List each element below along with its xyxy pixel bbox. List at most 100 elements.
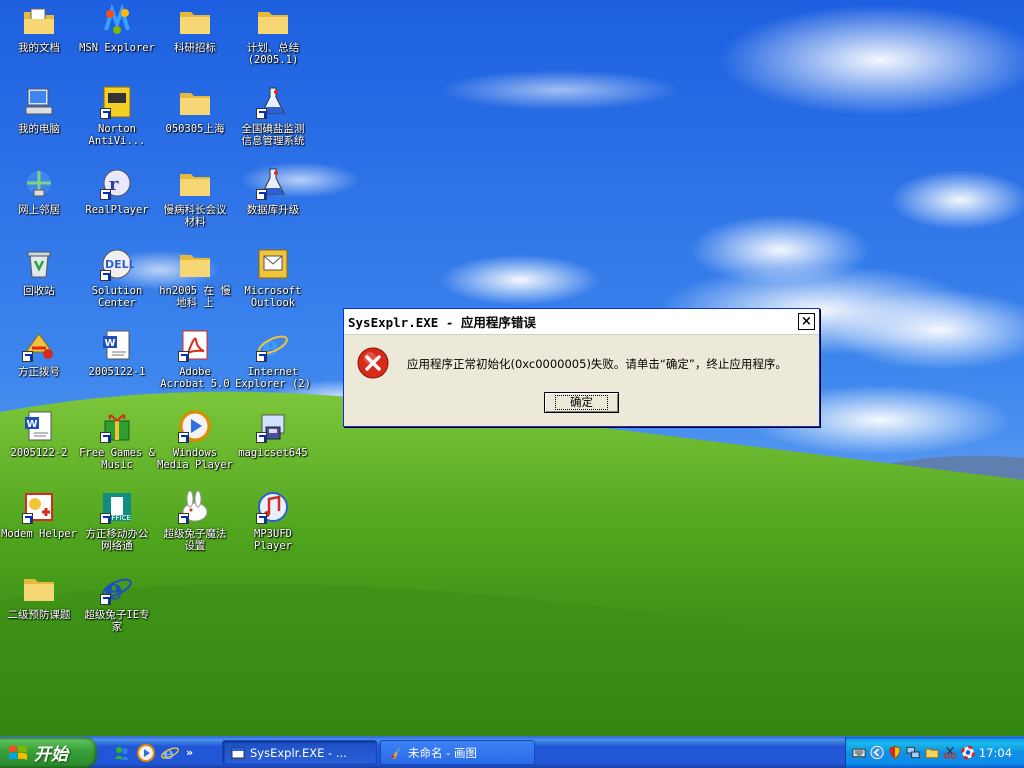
desktop-icon-label: 方正移动办公 网络通 bbox=[85, 528, 149, 552]
desktop-icon[interactable]: 二级预防课题 bbox=[0, 571, 78, 651]
window-icon bbox=[231, 747, 245, 758]
mobile-office-icon: OFFICE bbox=[100, 490, 134, 524]
gift-icon bbox=[100, 409, 134, 443]
desktop-icon-label: 方正拨号 bbox=[18, 366, 60, 378]
desktop-icon-label: magicset645 bbox=[238, 447, 308, 459]
desktop-icon[interactable]: hn2005 在 慢 地科 上 bbox=[156, 247, 234, 327]
error-message: 应用程序正常初始化(0xc0000005)失败。请单击“确定”，终止应用程序。 bbox=[407, 357, 787, 371]
desktop-icon[interactable]: 我的电脑 bbox=[0, 85, 78, 165]
desktop-icon-label: 科研招标 bbox=[174, 42, 216, 54]
acrobat-icon bbox=[178, 328, 212, 362]
folder-icon bbox=[178, 85, 212, 119]
desktop-icon[interactable]: W 2005122-2 bbox=[0, 409, 78, 489]
folder-tray-icon[interactable] bbox=[924, 745, 939, 760]
desktop-icon-label: Adobe Acrobat 5.0 bbox=[160, 366, 230, 390]
setup-icon bbox=[256, 409, 290, 443]
desktop-icon[interactable]: e Internet Explorer (2) bbox=[234, 328, 312, 408]
desktop-icon-label: MP3UFD Player bbox=[254, 528, 292, 552]
start-button[interactable]: 开始 bbox=[0, 737, 97, 768]
clock[interactable]: 17:04 bbox=[979, 746, 1012, 760]
ok-button[interactable]: 确定 bbox=[544, 392, 619, 413]
desktop-icon[interactable]: W 2005122-1 bbox=[78, 328, 156, 408]
network-icon bbox=[22, 166, 56, 200]
desktop-icon[interactable]: 我的文档 bbox=[0, 4, 78, 84]
media-player-icon[interactable] bbox=[136, 743, 156, 763]
desktop-icon[interactable]: 方正拨号 bbox=[0, 328, 78, 408]
back-arrow-icon[interactable] bbox=[870, 745, 884, 760]
svg-text:W: W bbox=[105, 338, 116, 349]
desktop-icon-label: RealPlayer bbox=[85, 204, 149, 216]
task-button-sysexplr[interactable]: SysExplr.EXE - ... bbox=[222, 740, 377, 765]
scissors-icon[interactable] bbox=[943, 745, 957, 760]
desktop-icon[interactable]: 慢病科长会议 材料 bbox=[156, 166, 234, 246]
media-player-icon bbox=[178, 409, 212, 443]
desktop-icon[interactable]: 数据库升级 bbox=[234, 166, 312, 246]
desktop-icon[interactable]: MP3UFD Player bbox=[234, 490, 312, 570]
desktop-icon-label: 数据库升级 bbox=[246, 204, 300, 216]
rabbit-icon bbox=[178, 490, 212, 524]
svg-text:W: W bbox=[27, 419, 38, 430]
desktop-icon-label: 050305上海 bbox=[165, 123, 225, 135]
realplayer-icon: r bbox=[100, 166, 134, 200]
desktop-icon[interactable]: Adobe Acrobat 5.0 bbox=[156, 328, 234, 408]
desktop-icon[interactable]: Windows Media Player bbox=[156, 409, 234, 489]
desktop-icon[interactable]: 网上邻居 bbox=[0, 166, 78, 246]
shortcut-arrow-icon bbox=[178, 432, 189, 443]
word-doc-icon: W bbox=[100, 328, 134, 362]
desktop-icon[interactable]: DELL Solution Center bbox=[78, 247, 156, 327]
folder-icon bbox=[22, 571, 56, 605]
network-icon[interactable] bbox=[906, 745, 921, 760]
desktop-icon-label: 我的电脑 bbox=[18, 123, 60, 135]
desktop-icon-label: 计划、总结 (2005.1) bbox=[246, 42, 300, 66]
desktop-icon-label: 2005122-2 bbox=[10, 447, 68, 459]
windows-logo-icon bbox=[9, 745, 27, 760]
desktop-icon-label: 慢病科长会议 材料 bbox=[163, 204, 227, 228]
desktop-icon-label: Windows Media Player bbox=[157, 447, 233, 471]
desktop-icon-label: 回收站 bbox=[23, 285, 55, 297]
desktop-icon[interactable]: 超级兔子魔法 设置 bbox=[156, 490, 234, 570]
desktop-icon[interactable]: 050305上海 bbox=[156, 85, 234, 165]
shortcut-arrow-icon bbox=[22, 513, 33, 524]
keyboard-icon[interactable] bbox=[852, 745, 866, 760]
desktop-icon[interactable]: Free Games & Music bbox=[78, 409, 156, 489]
desktop-icon[interactable]: 科研招标 bbox=[156, 4, 234, 84]
my-computer-icon bbox=[22, 85, 56, 119]
shortcut-arrow-icon bbox=[178, 351, 189, 362]
dialog-titlebar[interactable]: SysExplr.EXE - 应用程序错误 × bbox=[344, 309, 819, 335]
desktop-icon[interactable]: OFFICE 方正移动办公 网络通 bbox=[78, 490, 156, 570]
ie-expert-icon: e bbox=[100, 571, 134, 605]
security-icon[interactable] bbox=[888, 745, 902, 760]
desktop-icon-label: 2005122-1 bbox=[88, 366, 146, 378]
task-button-paint[interactable]: 未命名 - 画图 bbox=[380, 740, 535, 765]
modem-helper-icon bbox=[22, 490, 56, 524]
more-quick-launch-button[interactable]: » bbox=[186, 746, 193, 759]
quick-launch: e » bbox=[112, 737, 193, 768]
desktop-icon[interactable]: e 超级兔子IE专 家 bbox=[78, 571, 156, 651]
desktop-icon[interactable]: MSN Explorer bbox=[78, 4, 156, 84]
error-icon bbox=[357, 347, 389, 379]
desktop-icon-label: Microsoft Outlook bbox=[244, 285, 302, 309]
desktop-icon-label: Modem Helper bbox=[1, 528, 77, 540]
task-buttons: SysExplr.EXE - ... 未命名 - 画图 bbox=[222, 740, 535, 765]
ie-icon[interactable]: e bbox=[160, 743, 180, 763]
msn-icon bbox=[100, 4, 134, 38]
desktop-icon[interactable]: Modem Helper bbox=[0, 490, 78, 570]
close-button[interactable]: × bbox=[798, 313, 815, 330]
desktop-icon[interactable]: Microsoft Outlook bbox=[234, 247, 312, 327]
messenger-icon[interactable] bbox=[112, 743, 132, 763]
desktop-icon-label: Free Games & Music bbox=[79, 447, 155, 471]
desktop-icon[interactable]: 计划、总结 (2005.1) bbox=[234, 4, 312, 84]
desktop-icon[interactable]: 全国碘盐监测 信息管理系统 bbox=[234, 85, 312, 165]
desktop-icon-label: Norton AntiVi... bbox=[88, 123, 146, 147]
shortcut-arrow-icon bbox=[256, 432, 267, 443]
desktop-icon[interactable]: r RealPlayer bbox=[78, 166, 156, 246]
desktop-icon[interactable]: magicset645 bbox=[234, 409, 312, 489]
desktop-icon[interactable]: Norton AntiVi... bbox=[78, 85, 156, 165]
desktop-icon-label: 我的文档 bbox=[18, 42, 60, 54]
shortcut-arrow-icon bbox=[100, 513, 111, 524]
desktop-icon-label: Solution Center bbox=[91, 285, 143, 309]
shortcut-arrow-icon bbox=[256, 351, 267, 362]
desktop-icon[interactable]: 回收站 bbox=[0, 247, 78, 327]
lifebuoy-icon[interactable] bbox=[960, 745, 975, 760]
desktop-icon-label: MSN Explorer bbox=[79, 42, 155, 54]
